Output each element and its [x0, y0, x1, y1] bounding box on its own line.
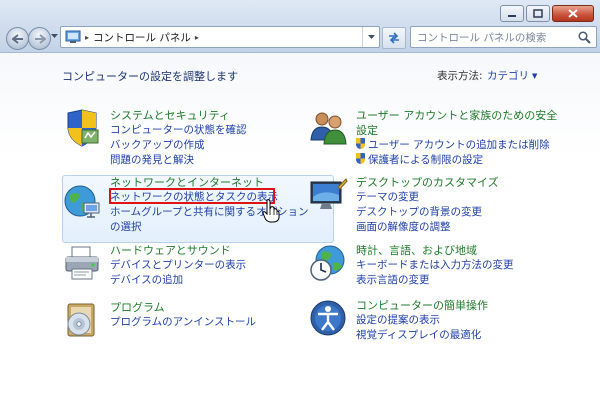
address-bar[interactable]: ▸ コントロール パネル ▸ [60, 26, 380, 48]
printer-icon [65, 246, 99, 280]
search-box[interactable]: コントロール パネルの検索 [410, 26, 597, 48]
link-parental-controls[interactable]: 保護者による制限の設定 [356, 153, 557, 168]
refresh-icon [389, 32, 399, 44]
chevron-down-icon: ▼ [532, 72, 538, 80]
link-change-display-language[interactable]: 表示言語の変更 [356, 273, 514, 288]
users-icon [310, 112, 347, 145]
close-icon [568, 9, 578, 18]
clock-globe-icon [310, 245, 345, 281]
breadcrumb-separator-end[interactable]: ▸ [195, 33, 199, 42]
link-change-desktop-background[interactable]: デスクトップの背景の変更 [356, 205, 499, 220]
link-find-fix-problems[interactable]: 問題の発見と解決 [110, 153, 247, 168]
view-by-label: 表示方法: [437, 70, 483, 82]
network-globe-icon [64, 185, 100, 218]
category-title-hardware-sound[interactable]: ハードウェアとサウンド [110, 243, 246, 258]
link-add-remove-user-accounts[interactable]: ユーザー アカウントの追加または削除 [356, 138, 557, 153]
breadcrumb-control-panel[interactable]: コントロール パネル [93, 30, 191, 45]
arrow-right-icon [34, 33, 46, 44]
breadcrumb-separator: ▸ [85, 32, 90, 42]
page-title: コンピューターの設定を調整します [62, 70, 238, 83]
arrow-left-icon [11, 33, 23, 44]
chevron-down-icon [367, 34, 375, 39]
category-title-programs[interactable]: プログラム [110, 300, 256, 315]
link-adjust-screen-resolution[interactable]: 画面の解像度の調整 [356, 220, 499, 235]
close-button[interactable] [552, 5, 594, 22]
link-get-recommendations[interactable]: 設定の提案の表示 [356, 313, 488, 328]
shield-security-icon [67, 109, 99, 147]
refresh-button[interactable] [382, 27, 406, 49]
control-panel-icon [65, 30, 81, 43]
category-title-clock-language-region[interactable]: 時計、言語、および地域 [356, 243, 514, 258]
link-check-computer-status[interactable]: コンピューターの状態を確認 [110, 123, 247, 138]
link-change-keyboard-input[interactable]: キーボードまたは入力方法の変更 [356, 258, 514, 273]
search-input[interactable]: コントロール パネルの検索 [411, 30, 578, 45]
minimize-icon [508, 14, 516, 17]
accessibility-icon [310, 300, 346, 336]
view-by-dropdown[interactable]: カテゴリ ▼ [487, 68, 537, 83]
view-by-value[interactable]: カテゴリ [487, 70, 529, 82]
search-icon[interactable] [578, 30, 591, 44]
category-title-system-security[interactable]: システムとセキュリティ [110, 108, 247, 123]
link-add-device[interactable]: デバイスの追加 [110, 273, 246, 288]
window-buttons [500, 5, 594, 22]
hand-cursor-icon [262, 199, 280, 223]
link-create-backup[interactable]: バックアップの作成 [110, 138, 247, 153]
address-dropdown-button[interactable] [362, 27, 379, 47]
recent-pages-dropdown-icon[interactable] [51, 34, 58, 39]
category-title-user-accounts-cont[interactable]: 設定 [356, 123, 557, 138]
link-optimize-visual-display[interactable]: 視覚ディスプレイの最適化 [356, 328, 488, 343]
category-title-ease-of-access[interactable]: コンピューターの簡単操作 [356, 298, 488, 313]
back-button[interactable] [6, 27, 29, 50]
forward-button[interactable] [28, 27, 51, 50]
link-view-devices-printers[interactable]: デバイスとプリンターの表示 [110, 258, 246, 273]
category-title-desktop-customize[interactable]: デスクトップのカスタマイズ [356, 175, 499, 190]
maximize-icon [533, 9, 543, 18]
category-title-user-accounts[interactable]: ユーザー アカウントと家族のための安全 [356, 108, 557, 123]
highlight-annotation-box [109, 188, 275, 204]
window-chrome: ▸ コントロール パネル ▸ コントロール パネルの検索 [0, 0, 600, 53]
maximize-button[interactable] [526, 5, 550, 22]
link-change-theme[interactable]: テーマの変更 [356, 190, 499, 205]
desktop-icon [310, 178, 348, 209]
program-disc-icon [67, 303, 95, 337]
minimize-button[interactable] [500, 5, 524, 22]
link-uninstall-program[interactable]: プログラムのアンインストール [110, 315, 256, 330]
